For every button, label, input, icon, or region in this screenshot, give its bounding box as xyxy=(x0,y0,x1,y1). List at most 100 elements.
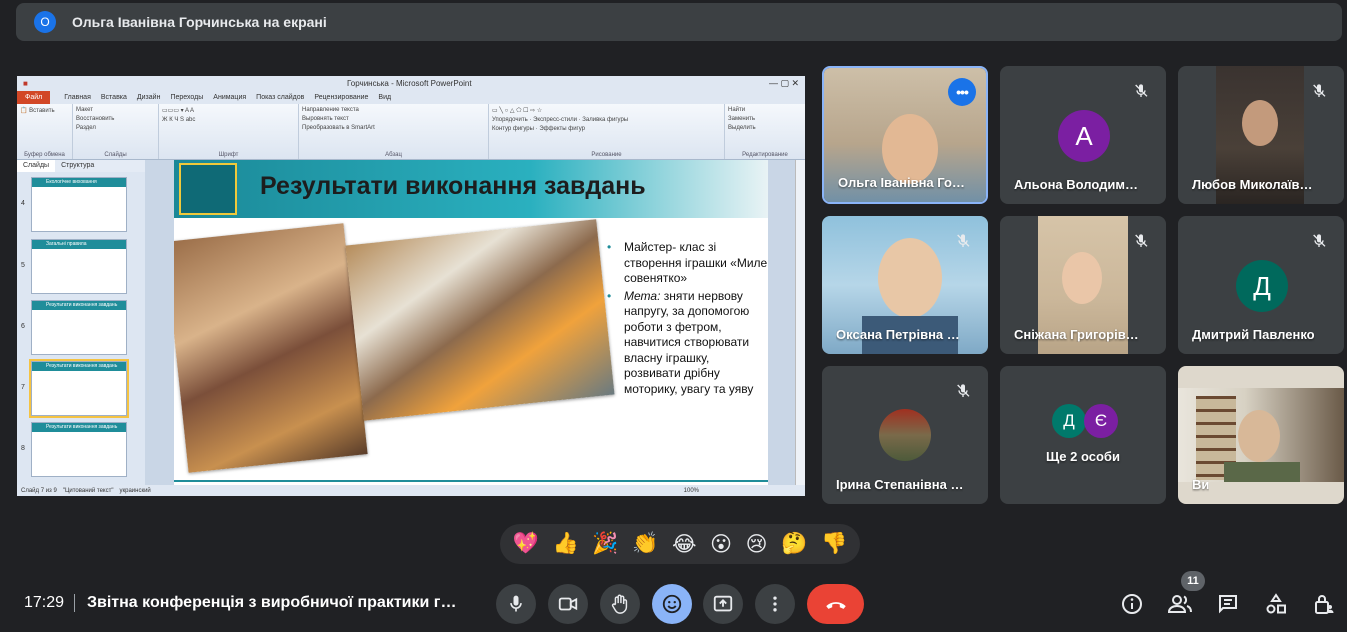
ribbon-group-drawing: ▭ ╲ ○ △ ⬠ ☐ ⇨ ☆ Упорядочить · Экспресс-с… xyxy=(489,104,725,159)
bullet-item: Мета: зняти нервову напругу, за допомого… xyxy=(602,289,768,398)
status-zoom[interactable]: 100% xyxy=(684,488,699,494)
text-direction-button[interactable]: Направление текста xyxy=(302,107,485,113)
ppt-vertical-scrollbar[interactable] xyxy=(795,160,805,485)
ppt-tab-review[interactable]: Рецензирование xyxy=(314,94,368,101)
ppt-tab-animation[interactable]: Анимация xyxy=(213,94,246,101)
window-controls[interactable]: — ▢ ✕ xyxy=(769,78,799,89)
shape-effects-button[interactable]: Эффекты фигур xyxy=(539,126,585,132)
ppt-tab-insert[interactable]: Вставка xyxy=(101,94,127,101)
participant-face xyxy=(1242,100,1278,146)
participant-tile[interactable]: Сніжана Григорів… xyxy=(1000,216,1166,354)
slide-thumb-selected[interactable]: 7 Результати виконання завдань xyxy=(21,359,129,418)
present-screen-icon xyxy=(713,595,733,612)
meeting-details-button[interactable] xyxy=(1116,588,1148,620)
host-controls-button[interactable] xyxy=(1308,588,1340,620)
paste-button[interactable]: 📋 Вставить xyxy=(20,107,69,114)
participant-tile[interactable]: Д Дмитрий Павленко xyxy=(1178,216,1344,354)
ppt-tab-home[interactable]: Главная xyxy=(64,94,91,101)
participant-face xyxy=(882,114,938,184)
participant-tile[interactable]: Оксана Петрівна … xyxy=(822,216,988,354)
slide-thumbnails[interactable]: 4 Екологічне виховання 5 Загальні правил… xyxy=(17,172,145,485)
participant-face xyxy=(1238,410,1280,462)
reaction-clap[interactable]: 👏 xyxy=(632,532,658,556)
ppt-window-title: Горчинська - Microsoft PowerPoint xyxy=(347,79,472,88)
find-button[interactable]: Найти xyxy=(728,107,802,113)
reaction-sad[interactable]: 😢 xyxy=(746,532,768,557)
reaction-thinking[interactable]: 🤔 xyxy=(781,532,807,556)
replace-button[interactable]: Заменить xyxy=(728,116,802,122)
bullet-item: Майстер- клас зі створення іграшки «Миле… xyxy=(602,240,768,287)
camera-icon xyxy=(558,597,578,611)
divider xyxy=(74,594,75,612)
tab-slides[interactable]: Слайды xyxy=(17,160,56,172)
slide-thumb[interactable]: 5 Загальні правила xyxy=(21,239,127,294)
slide-header: Результати виконання завдань xyxy=(174,160,768,218)
layout-button[interactable]: Макет xyxy=(76,107,155,113)
font-format-buttons[interactable]: Ж К Ч S abc xyxy=(162,117,295,123)
participant-tile[interactable]: А Альона Володим… xyxy=(1000,66,1166,204)
shared-screen[interactable]: ■ Горчинська - Microsoft PowerPoint — ▢ … xyxy=(17,76,805,496)
font-controls[interactable]: ▭▭▭ ▾ A A xyxy=(162,107,295,114)
slide-bullets: Майстер- клас зі створення іграшки «Миле… xyxy=(602,240,768,399)
smartart-button[interactable]: Преобразовать в SmartArt xyxy=(302,125,485,131)
participant-tile-self[interactable]: Ви xyxy=(1178,366,1344,504)
reaction-heart[interactable]: 💖 xyxy=(513,532,539,556)
participant-name: Любов Миколаїв… xyxy=(1192,177,1313,192)
participant-avatar: Є xyxy=(1084,404,1118,438)
reaction-surprised[interactable]: 😮 xyxy=(710,532,732,557)
ppt-tab-view[interactable]: Вид xyxy=(378,94,391,101)
participant-avatar: А xyxy=(1058,110,1110,162)
camera-button[interactable] xyxy=(548,584,588,624)
emoji-button[interactable] xyxy=(652,584,692,624)
more-options-icon[interactable]: ••• xyxy=(948,78,976,106)
tab-outline[interactable]: Структура xyxy=(55,160,100,172)
control-bar: 17:29 Звітна конференція з виробничої пр… xyxy=(0,571,1347,632)
participant-tile[interactable]: ••• Ольга Іванівна Го… xyxy=(822,66,988,204)
participant-name: Ірина Степанівна … xyxy=(836,477,964,492)
reaction-thumbs-down[interactable]: 👎 xyxy=(821,532,847,556)
reset-button[interactable]: Восстановить xyxy=(76,116,155,122)
mic-button[interactable] xyxy=(496,584,536,624)
current-time: 17:29 xyxy=(24,594,65,611)
reactions-bar: 💖 👍 🎉 👏 😂 😮 😢 🤔 👎 xyxy=(500,524,860,564)
mic-off-icon xyxy=(950,378,976,404)
slide-thumb[interactable]: 6 Результати виконання завдань xyxy=(21,300,127,355)
reaction-laugh[interactable]: 😂 xyxy=(672,532,697,557)
people-button[interactable] xyxy=(1164,588,1196,620)
status-language: украинский xyxy=(119,487,151,494)
raise-hand-button[interactable] xyxy=(600,584,640,624)
present-button[interactable] xyxy=(703,584,743,624)
slides-panel-tabs: Слайды Структура xyxy=(17,160,145,172)
mic-off-icon xyxy=(1128,228,1154,254)
paste-icon: 📋 xyxy=(20,108,28,114)
lock-person-icon xyxy=(1315,595,1334,614)
ppt-tab-design[interactable]: Дизайн xyxy=(137,94,161,101)
shape-fill-button[interactable]: Заливка фигуры xyxy=(582,117,628,123)
participant-tile[interactable]: Ірина Степанівна … xyxy=(822,366,988,504)
slide-thumb[interactable]: 4 Екологічне виховання xyxy=(21,177,127,232)
participant-name: Оксана Петрівна … xyxy=(836,327,960,342)
ppt-tab-transitions[interactable]: Переходы xyxy=(170,94,203,101)
activities-button[interactable] xyxy=(1260,588,1292,620)
slide-thumb[interactable]: 8 Результати виконання завдань xyxy=(21,422,127,477)
select-button[interactable]: Выделить xyxy=(728,125,802,131)
reaction-thumbs-up[interactable]: 👍 xyxy=(553,532,579,556)
participant-tile[interactable]: Любов Миколаїв… xyxy=(1178,66,1344,204)
slide-divider xyxy=(174,480,768,482)
reaction-party[interactable]: 🎉 xyxy=(592,532,618,556)
align-text-button[interactable]: Выровнять текст xyxy=(302,116,485,122)
participant-face xyxy=(1062,252,1102,304)
quick-styles-button[interactable]: Экспресс-стили xyxy=(533,117,577,123)
leave-call-button[interactable] xyxy=(807,584,864,624)
ppt-tab-slideshow[interactable]: Показ слайдов xyxy=(256,94,304,101)
shape-outline-button[interactable]: Контур фигуры xyxy=(492,126,534,132)
mic-off-icon xyxy=(1128,78,1154,104)
arrange-button[interactable]: Упорядочить xyxy=(492,117,528,123)
more-options-button[interactable] xyxy=(755,584,795,624)
participant-tile-overflow[interactable]: Д Є Ще 2 особи xyxy=(1000,366,1166,504)
chat-button[interactable] xyxy=(1212,588,1244,620)
slide-canvas[interactable]: Результати виконання завдань Майстер- кл… xyxy=(174,160,768,485)
section-button[interactable]: Раздел xyxy=(76,125,155,131)
shapes-gallery[interactable]: ▭ ╲ ○ △ ⬠ ☐ ⇨ ☆ xyxy=(492,107,721,114)
ppt-tab-file[interactable]: Файл xyxy=(17,91,51,104)
